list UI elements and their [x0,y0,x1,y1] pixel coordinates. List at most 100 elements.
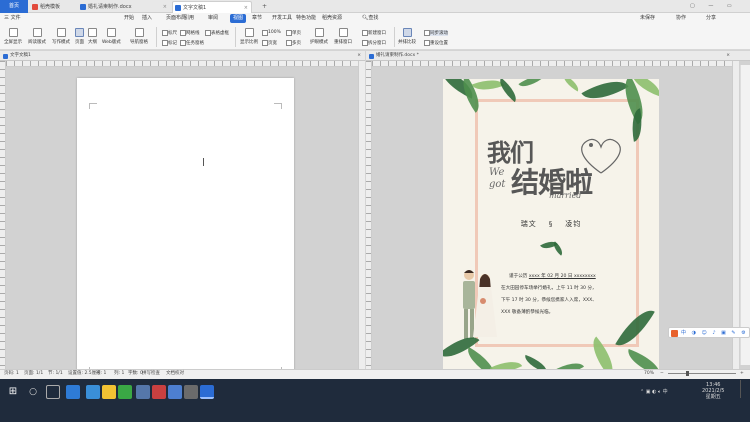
label: 阅读版式 [28,40,46,45]
web-view-button[interactable]: Web版式 [102,28,121,45]
menu-4[interactable]: 引用 [184,13,194,24]
nav-pane-button[interactable]: 导航窗格 [130,28,148,45]
menu-3[interactable]: 页面布局 [166,13,186,24]
ime-toolbar[interactable]: 中 ◑ ☺ ♪ ▣ ✎ ⚙ [668,327,750,338]
task-view-icon[interactable] [46,385,60,399]
file-menu[interactable]: 三 文件 [4,13,21,24]
reset-position[interactable]: 重设位置 [424,40,448,46]
label: Web版式 [102,40,121,45]
search-icon[interactable]: ○ [26,385,40,399]
rearrange-button[interactable]: 重排窗口 [334,28,352,45]
label: 护眼模式 [310,40,328,45]
tray-icons[interactable]: ⌃ ▣ ◐ 🔈︎ 中 [640,388,668,395]
nav-icon [134,28,144,37]
menu-8[interactable]: 开发工具 [272,13,292,24]
collab-button[interactable]: 协作 [676,13,686,24]
margin-mark [89,103,97,109]
horizontal-ruler[interactable] [6,61,358,67]
search-menu[interactable]: 🔍︎查找 [362,13,378,24]
wedding-invitation-page[interactable]: 我们 结婚啦 We got married 瑞文 § 凌钧 谨于公历 xxxx 年 … [443,79,659,382]
page-width[interactable]: 页宽 [262,40,277,46]
menu-2[interactable]: 插入 [142,13,152,24]
wps-writer-icon[interactable] [200,385,214,399]
task-pane-check[interactable]: 任务窗格 [180,40,204,46]
eye-mode-button[interactable]: 护眼模式 [310,28,328,45]
edge-icon[interactable] [66,385,80,399]
couple-names: 瑞文 § 凌钧 [443,219,659,229]
left-scrollbar[interactable] [358,61,365,369]
app-icon[interactable] [86,385,100,399]
app-icon[interactable] [184,385,198,399]
close-icon[interactable]: × [163,1,167,13]
ruler-check[interactable]: 标尺 [162,30,177,36]
margin-mark [274,103,282,109]
horizontal-ruler[interactable] [372,61,732,67]
tab-label: 婚礼请柬制作.docx [88,4,132,10]
folder-icon[interactable] [102,385,116,399]
side-toolbar [740,65,750,365]
zoom-slider-thumb[interactable] [686,371,689,376]
label: 全屏显示 [4,40,22,45]
zoom-slider[interactable] [668,373,736,374]
new-window[interactable]: 新建窗口 [362,30,386,36]
tab-doc1[interactable]: 文字文稿1 × [172,1,252,13]
vertical-ruler[interactable] [366,61,372,369]
vertical-ruler[interactable] [0,61,6,369]
divider [394,27,395,47]
zoom-in-button[interactable]: + [740,369,744,379]
app-icon[interactable] [168,385,182,399]
status-item[interactable]: 拼写检查 [142,369,160,379]
window-controls[interactable]: ▢ — ▭ ✕ [690,0,748,22]
divider [235,27,236,47]
windows-start-icon[interactable]: ⊞ [6,385,20,399]
page-icon [75,28,84,37]
clock-day: 星期五 [705,394,721,400]
menu-1[interactable]: 开始 [124,13,134,24]
zoom-out-button[interactable]: − [660,369,664,379]
share-button[interactable]: 分享 [706,13,716,24]
wechat-icon[interactable] [118,385,132,399]
outline-button[interactable]: 大纲 [88,28,97,45]
split-window[interactable]: 拆分窗口 [362,40,386,46]
zoom-100[interactable]: 100% [262,30,281,36]
show-desktop[interactable] [740,380,750,398]
zoom-button[interactable]: 显示比例 [240,28,258,45]
text-cursor [203,158,204,166]
side-by-side-button[interactable]: 并排比较 [398,28,416,45]
page-view-button[interactable]: 页面 [75,28,84,45]
menu-9[interactable]: 特色功能 [296,13,316,24]
close-icon[interactable]: × [357,51,361,61]
menu-10[interactable]: 稻壳资源 [322,13,342,24]
app-icon[interactable] [152,385,166,399]
read-mode-button[interactable]: 阅读版式 [28,28,46,45]
title-married: married [549,191,582,200]
ime-icons[interactable]: 中 ◑ ☺ ♪ ▣ ✎ ⚙ [681,329,748,336]
tab-label: 稻壳模板 [40,4,61,10]
menu-6[interactable]: 视图 [230,14,247,23]
menu-5[interactable]: 审阅 [208,13,218,24]
single-page[interactable]: 单页 [286,30,301,36]
sync-scroll[interactable]: 同步滚动 [424,30,448,36]
home-tab[interactable]: 首页 [0,0,28,13]
clock[interactable]: 13:46 2021/2/5 星期五 [702,382,724,400]
blank-page[interactable] [77,78,294,369]
info-line-4: XXX 敬备薄酌恭候光临。 [501,310,554,315]
write-mode-button[interactable]: 写作模式 [52,28,70,45]
grid-check[interactable]: 网格线 [180,30,200,36]
menu-7[interactable]: 章节 [252,13,262,24]
book-icon [32,28,42,37]
app-icon[interactable] [136,385,150,399]
status-item[interactable]: 文档校对 [166,369,184,379]
close-icon[interactable]: × [726,51,730,61]
multi-page[interactable]: 多页 [286,40,301,46]
right-scrollbar[interactable] [732,61,739,369]
tab-wedding-doc[interactable]: 婚礼请柬制作.docx × [78,1,170,13]
tab-daoke[interactable]: 稻壳模板 [30,1,76,13]
new-tab-button[interactable]: + [262,0,267,13]
table-border-check[interactable]: 表格虚框 [205,30,229,36]
mark-check[interactable]: 标记 [162,40,177,46]
label: 导航窗格 [130,40,148,45]
fullscreen-button[interactable]: 全屏显示 [4,28,22,45]
status-item: 节: 1/1 [48,371,63,376]
unsaved-status[interactable]: 未保存 [640,13,655,24]
